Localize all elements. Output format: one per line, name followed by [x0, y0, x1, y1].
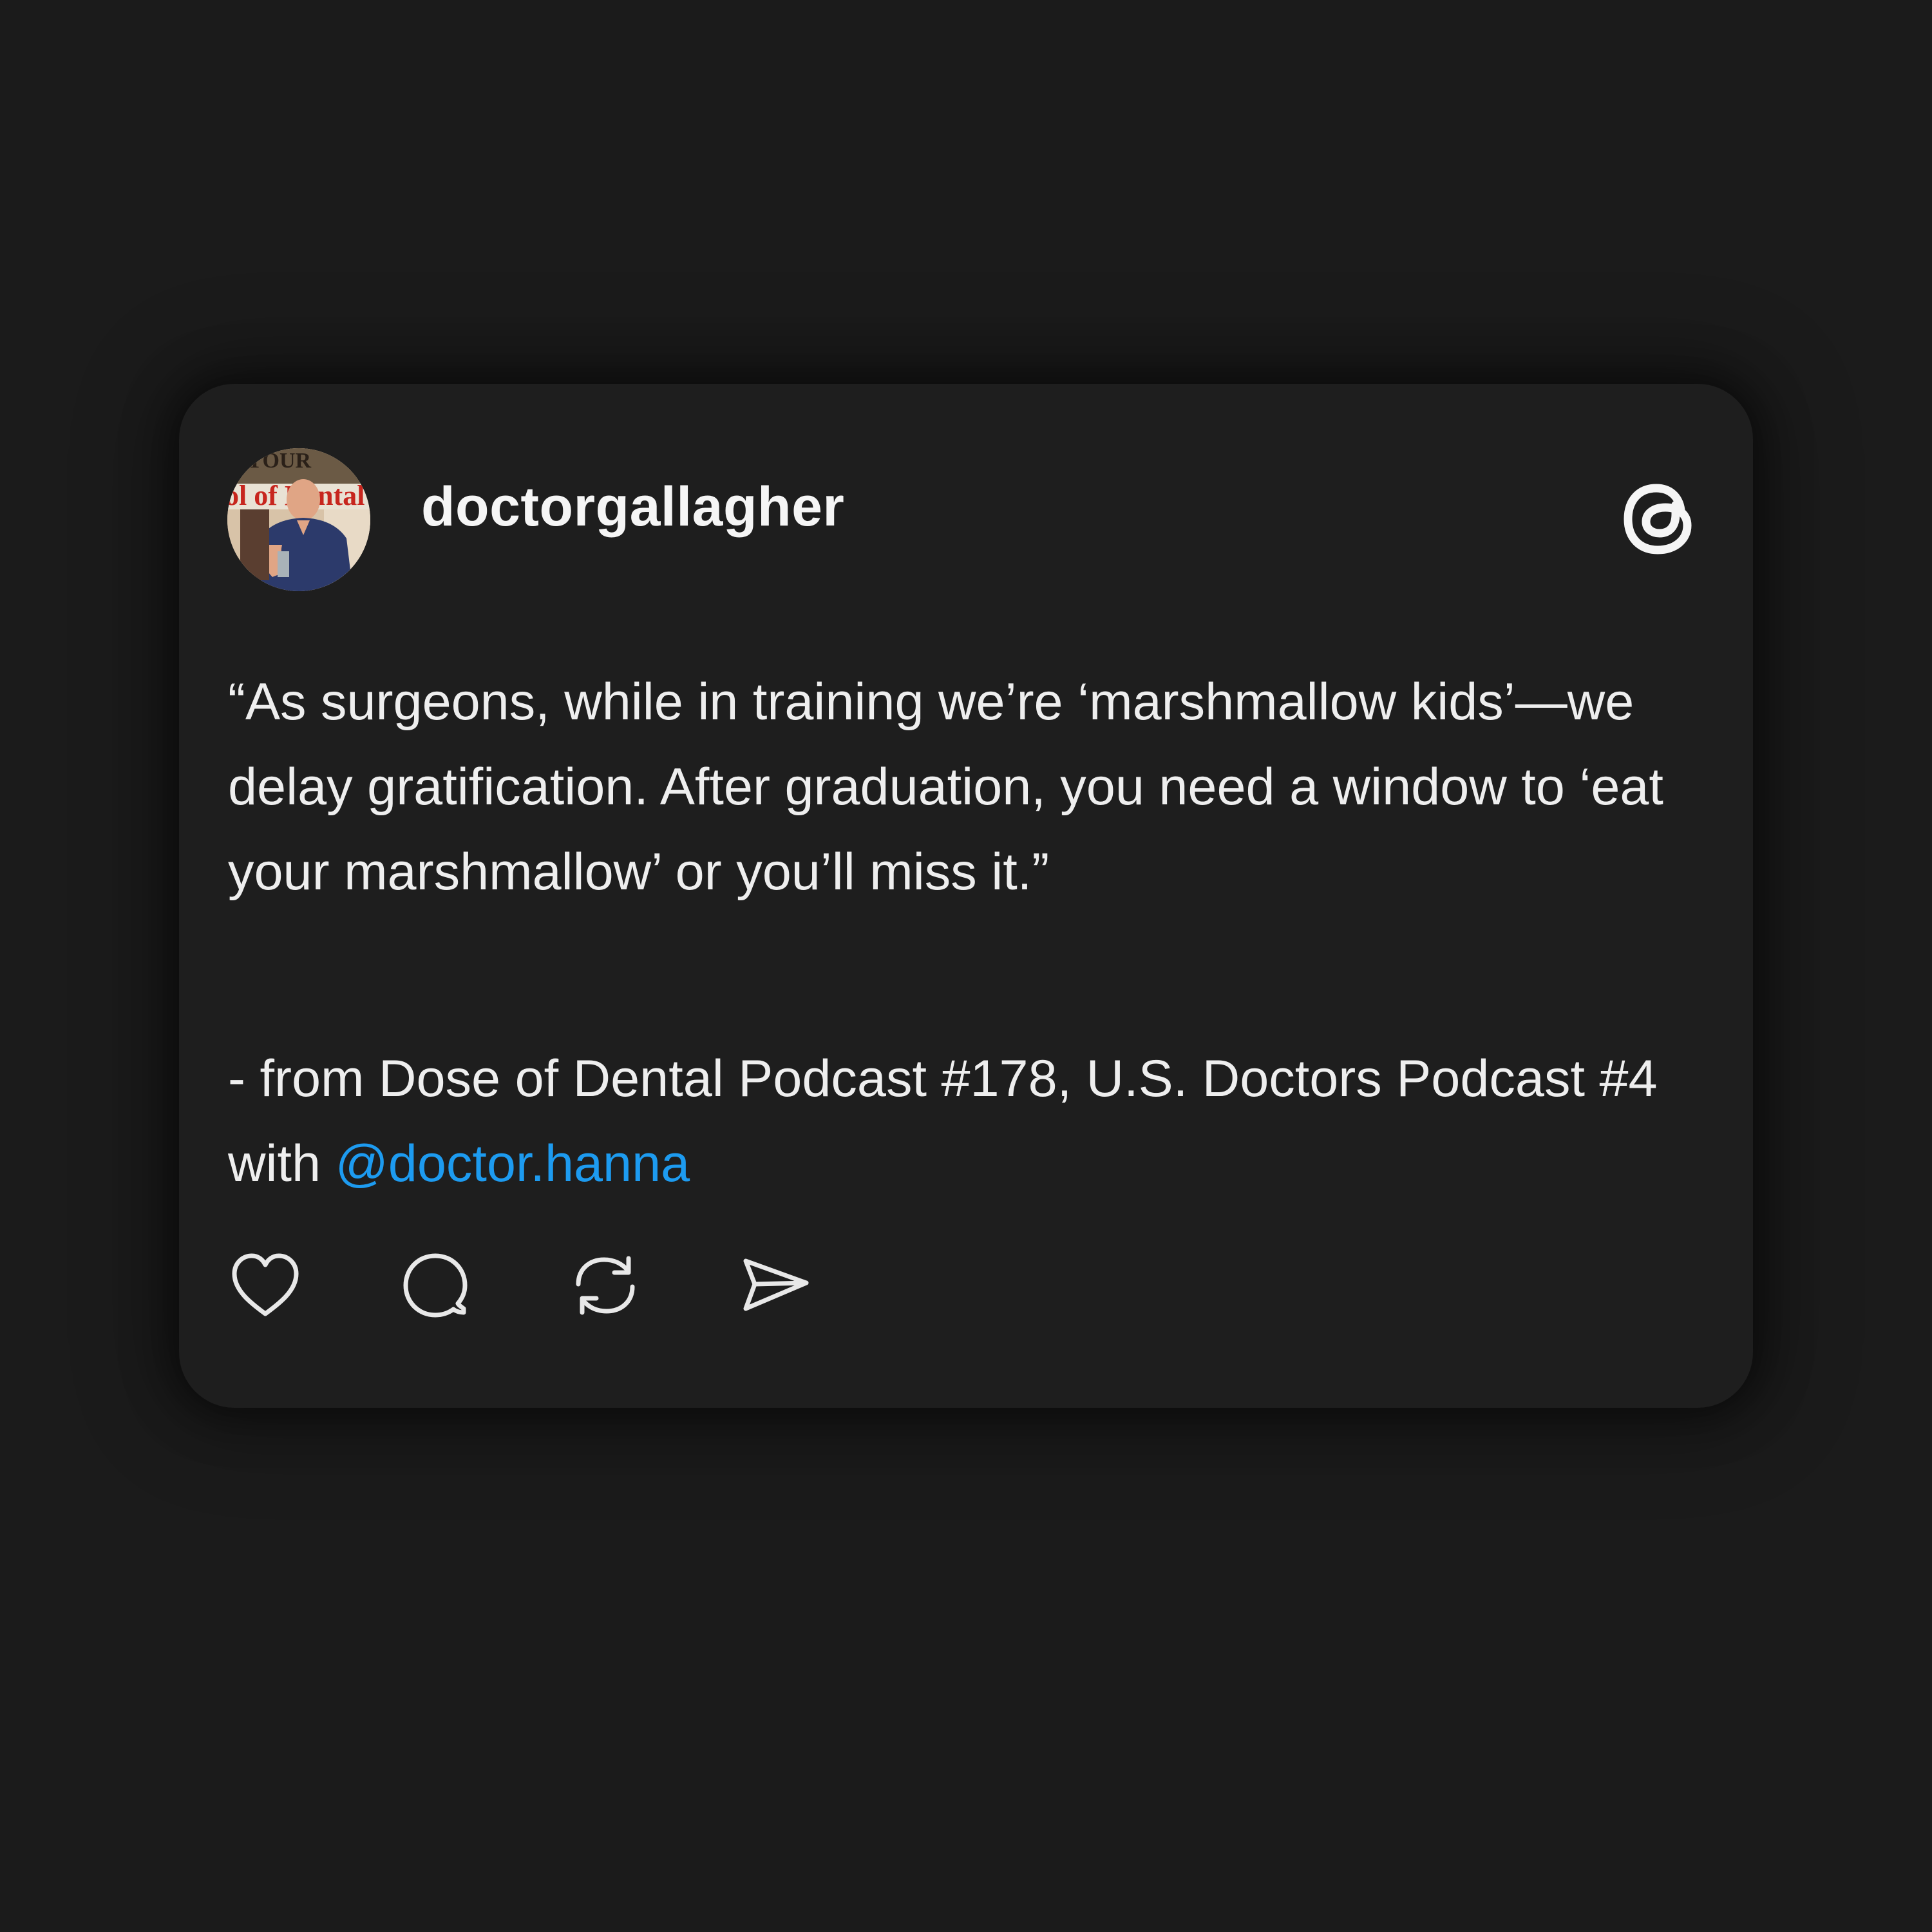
- threads-logo-icon[interactable]: [1614, 474, 1704, 564]
- share-button[interactable]: [737, 1247, 814, 1324]
- post-body-quote: “As surgeons, while in training we’re ‘m…: [228, 673, 1663, 901]
- speech-bubble-icon: [403, 1253, 468, 1318]
- repost-icon: [576, 1256, 635, 1315]
- reply-button[interactable]: [397, 1247, 474, 1324]
- like-button[interactable]: [227, 1247, 304, 1324]
- repost-button[interactable]: [567, 1247, 644, 1324]
- username[interactable]: doctorgallagher: [421, 479, 844, 535]
- mention-link[interactable]: @doctor.hanna: [336, 1135, 690, 1193]
- heart-icon: [232, 1253, 299, 1316]
- avatar-sign-top: YOUR: [247, 449, 312, 473]
- post-card: YOUR ol of Dental doctorgallagher “As su…: [179, 384, 1753, 1408]
- post-body-source: - from Dose of Dental Podcast #178, U.S.…: [228, 1036, 1709, 1206]
- send-icon: [743, 1258, 809, 1311]
- avatar[interactable]: YOUR ol of Dental: [227, 448, 370, 591]
- avatar-photo: YOUR ol of Dental: [227, 448, 370, 591]
